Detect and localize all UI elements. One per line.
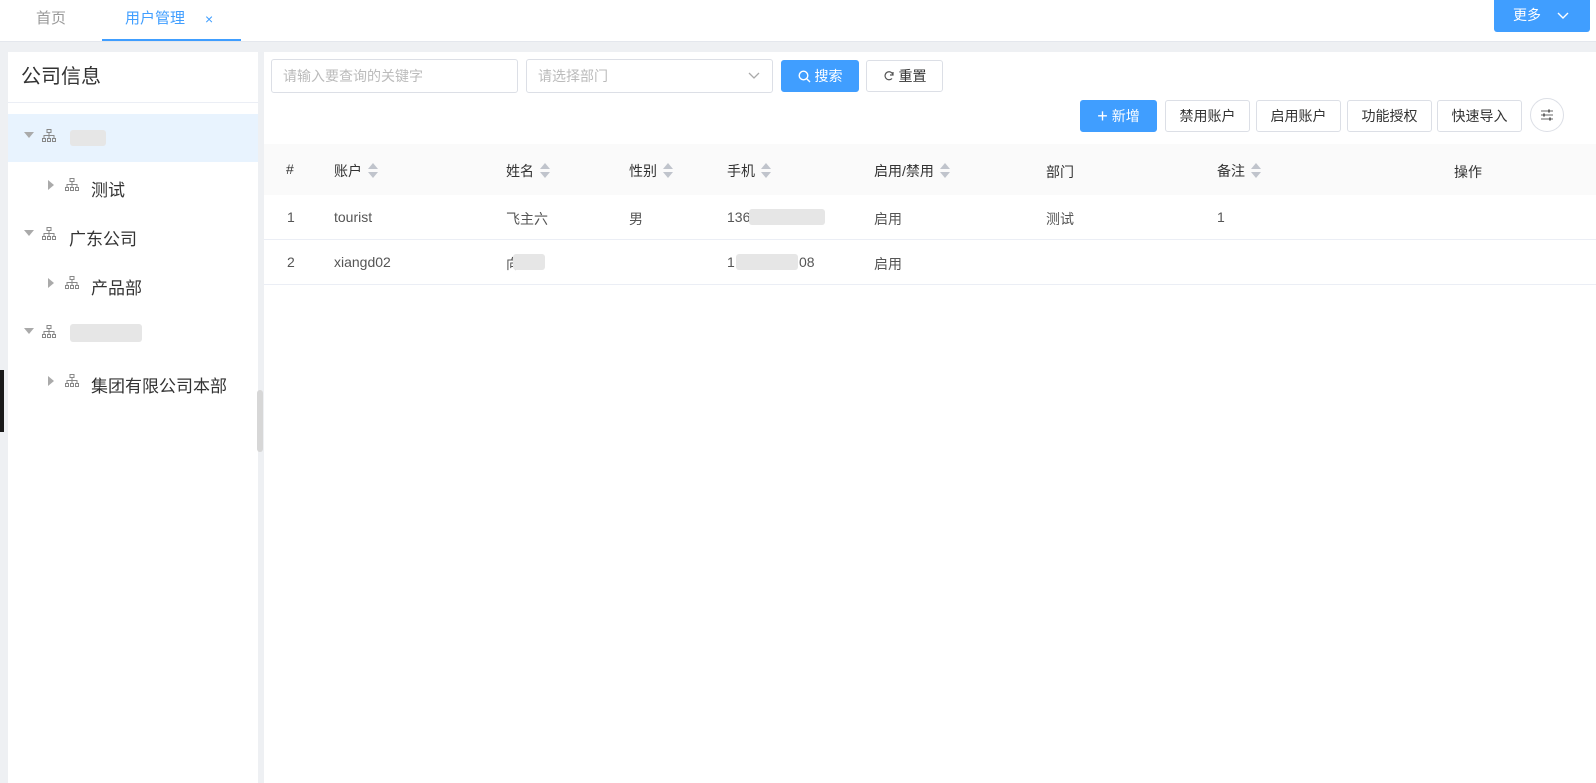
caret-down-icon[interactable] <box>24 230 34 236</box>
org-icon <box>42 129 56 142</box>
column-header-label: 备注 <box>1217 163 1245 179</box>
org-icon <box>65 276 79 289</box>
column-header-department: 部门 <box>1046 164 1074 180</box>
cell-department: 测试 <box>1046 211 1074 227</box>
company-tree-panel: 公司信息 测试 广东公司 产品部 集团有限公司本部 <box>8 52 258 783</box>
panel-title: 公司信息 <box>8 52 258 103</box>
plus-icon: + <box>1097 106 1108 126</box>
caret-down-icon[interactable] <box>24 132 34 138</box>
add-button[interactable]: + 新增 <box>1080 100 1157 132</box>
column-header-label: 性别 <box>629 163 657 179</box>
org-icon <box>65 374 79 387</box>
cell-account: xiangd02 <box>334 254 391 270</box>
tree-node[interactable] <box>8 114 258 162</box>
tree-node[interactable]: 广东公司 <box>8 212 258 260</box>
column-header-actions: 操作 <box>1454 164 1482 180</box>
org-icon <box>65 178 79 191</box>
org-icon <box>42 325 56 338</box>
caret-right-icon[interactable] <box>48 376 54 386</box>
table-header: # 账户 姓名 性别 手机 启用/禁用 部门 备注 操作 <box>264 144 1596 195</box>
column-header-remark[interactable]: 备注 <box>1217 161 1261 181</box>
redacted-text <box>70 324 142 342</box>
sliders-icon <box>1541 109 1553 121</box>
chevron-down-icon <box>1557 2 1569 32</box>
cell-status: 启用 <box>874 256 902 272</box>
department-select-placeholder: 请选择部门 <box>538 68 608 84</box>
quick-import-button[interactable]: 快速导入 <box>1437 100 1522 132</box>
column-settings-button[interactable] <box>1530 98 1564 132</box>
search-button-label: 搜索 <box>814 68 843 84</box>
cell-remark: 1 <box>1217 209 1225 225</box>
cell-name: 飞主六 <box>506 211 548 227</box>
org-icon <box>42 227 56 240</box>
column-header-label: 姓名 <box>506 163 534 179</box>
chevron-down-icon <box>748 72 760 79</box>
redacted-text <box>513 254 545 270</box>
column-header-phone[interactable]: 手机 <box>727 161 771 181</box>
tree-node[interactable]: 集团有限公司本部 <box>8 359 258 407</box>
tree-node-label: 产品部 <box>91 279 142 298</box>
refresh-icon <box>883 71 894 81</box>
more-button[interactable]: 更多 <box>1494 0 1590 32</box>
tab-user-management[interactable]: 用户管理 × <box>102 0 241 41</box>
tab-label: 用户管理 <box>125 10 186 27</box>
sort-icon[interactable] <box>761 163 771 179</box>
disable-account-button[interactable]: 禁用账户 <box>1165 100 1250 132</box>
redacted-text <box>749 209 825 225</box>
enable-account-button[interactable]: 启用账户 <box>1256 100 1341 132</box>
redacted-text <box>70 130 106 146</box>
column-header-index: # <box>286 161 294 177</box>
more-button-label: 更多 <box>1513 7 1541 23</box>
tab-bar: 首页 用户管理 × 更多 <box>0 0 1596 42</box>
column-header-gender[interactable]: 性别 <box>629 161 673 181</box>
tree-node[interactable]: 测试 <box>8 163 258 211</box>
sort-icon[interactable] <box>368 163 378 179</box>
keyword-search-input[interactable]: 请输入要查询的关键字 <box>271 59 518 93</box>
cell-phone: 1 <box>727 254 735 270</box>
cell-index: 2 <box>287 254 295 270</box>
caret-right-icon[interactable] <box>48 180 54 190</box>
reset-button-label: 重置 <box>898 68 927 84</box>
search-icon <box>797 70 810 83</box>
column-header-name[interactable]: 姓名 <box>506 161 550 181</box>
function-auth-button[interactable]: 功能授权 <box>1347 100 1432 132</box>
sort-icon[interactable] <box>939 163 950 179</box>
caret-right-icon[interactable] <box>48 278 54 288</box>
search-button[interactable]: 搜索 <box>781 60 859 92</box>
tree-node-label: 广东公司 <box>69 230 137 249</box>
cell-index: 1 <box>287 209 295 225</box>
reset-button[interactable]: 重置 <box>866 60 943 92</box>
tree-node[interactable] <box>8 310 258 358</box>
column-header-label: 账户 <box>334 163 362 179</box>
tree-node-label: 测试 <box>91 181 125 200</box>
table-row[interactable]: 2 xiangd02 向 1 08 启用 <box>264 240 1596 285</box>
user-table-panel: 请输入要查询的关键字 请选择部门 搜索 重置 + 新增 禁用账户 启用账户 功能授… <box>264 52 1596 783</box>
drag-handle[interactable] <box>0 370 4 432</box>
department-select[interactable]: 请选择部门 <box>526 59 773 93</box>
close-icon[interactable]: × <box>205 0 213 38</box>
column-header-account[interactable]: 账户 <box>334 161 378 181</box>
sort-icon[interactable] <box>1251 163 1261 179</box>
cell-gender: 男 <box>629 211 643 227</box>
table-row[interactable]: 1 tourist 飞主六 男 136 启用 测试 1 <box>264 195 1596 240</box>
caret-down-icon[interactable] <box>24 328 34 334</box>
cell-account: tourist <box>334 209 373 225</box>
add-button-label: 新增 <box>1111 108 1140 124</box>
cell-phone: 136 <box>727 209 751 225</box>
tab-home[interactable]: 首页 <box>36 0 66 41</box>
cell-status: 启用 <box>874 211 902 227</box>
tree-node[interactable]: 产品部 <box>8 261 258 309</box>
column-header-label: 启用/禁用 <box>874 163 934 179</box>
panel-resize-handle[interactable] <box>257 390 263 452</box>
sort-icon[interactable] <box>663 163 673 179</box>
cell-phone-suffix: 08 <box>799 254 815 270</box>
tree-node-label: 集团有限公司本部 <box>91 377 227 396</box>
sort-icon[interactable] <box>540 163 550 179</box>
column-header-label: 手机 <box>727 163 755 179</box>
redacted-text <box>736 254 798 270</box>
column-header-status[interactable]: 启用/禁用 <box>874 161 950 181</box>
